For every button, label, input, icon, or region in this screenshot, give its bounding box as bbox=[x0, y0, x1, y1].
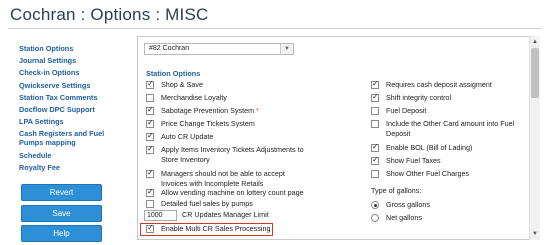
checkbox-merchandise-loyalty[interactable] bbox=[146, 94, 154, 102]
cr-updates-limit-input[interactable]: 1000 bbox=[144, 210, 177, 221]
title-divider bbox=[8, 28, 542, 29]
save-button[interactable]: Save bbox=[21, 205, 102, 222]
option-label-price-change-tickets: Price Change Tickets System bbox=[161, 119, 255, 128]
radio-net-gallons[interactable] bbox=[371, 214, 379, 222]
option-label-shift-integrity: Shift integrity control bbox=[386, 93, 452, 102]
checkbox-enable-bol[interactable] bbox=[371, 142, 379, 152]
checkbox-managers-incomplete-retails[interactable] bbox=[146, 168, 154, 178]
checkbox-price-change-tickets[interactable] bbox=[146, 118, 154, 128]
checkbox-apply-inventory-adjustments[interactable] bbox=[146, 144, 154, 154]
option-label-managers-incomplete-retails: Managers should not be able to accept bbox=[161, 169, 285, 178]
sidebar-item-journal-settings[interactable]: Journal Settings bbox=[19, 56, 131, 65]
checkbox-requires-cash-deposit[interactable] bbox=[371, 79, 379, 89]
cr-updates-limit-label: CR Updates Manager Limit bbox=[182, 210, 269, 219]
option-label-enable-multi-cr: Enable Multi CR Sales Processing bbox=[161, 224, 271, 233]
station-select[interactable]: #82 Cochran ▼ bbox=[144, 43, 294, 55]
option-label-requires-cash-deposit: Requires cash deposit assigment bbox=[386, 80, 492, 89]
sidebar-item-cash-registers-line1[interactable]: Cash Registers and Fuel bbox=[19, 129, 131, 138]
sidebar: Station Options Journal Settings Check-i… bbox=[19, 44, 131, 175]
checkbox-allow-vending-machine[interactable] bbox=[146, 187, 154, 197]
required-mark: * bbox=[256, 106, 259, 115]
option-label-apply-inventory-adjustments: Apply Items Inventory Tickets Adjustment… bbox=[161, 145, 304, 154]
option-label-show-other-fuel-charges: Show Other Fuel Charges bbox=[386, 169, 470, 178]
option-label-include-other-card-line2: Deposit bbox=[386, 129, 411, 138]
sidebar-item-royalty-fee[interactable]: Royalty Fee bbox=[19, 163, 131, 172]
option-label-auto-cr-update: Auto CR Update bbox=[161, 132, 214, 141]
radio-label-gross-gallons: Gross gallons bbox=[386, 200, 430, 209]
option-label-merchandise-loyalty: Merchandise Loyalty bbox=[161, 93, 227, 102]
revert-button[interactable]: Revert bbox=[21, 184, 102, 201]
checkbox-detailed-fuel-sales[interactable] bbox=[146, 200, 154, 208]
option-label-enable-bol: Enable BOL (Bill of Lading) bbox=[386, 143, 473, 152]
sidebar-item-lpa-settings[interactable]: LPA Settings bbox=[19, 117, 131, 126]
option-label-allow-vending-machine: Allow vending machine on lottery count p… bbox=[161, 188, 304, 197]
radio-gross-gallons[interactable] bbox=[371, 201, 379, 209]
sidebar-item-qwickserve-settings[interactable]: Qwickserve Settings bbox=[19, 81, 131, 90]
option-label-shop-save: Shop & Save bbox=[161, 80, 203, 89]
option-label-apply-inventory-adjustments-line2: Store Inventory bbox=[161, 155, 210, 164]
checkbox-show-other-fuel-charges[interactable] bbox=[371, 170, 379, 178]
checkbox-fuel-deposit[interactable] bbox=[371, 107, 379, 115]
checkbox-enable-multi-cr[interactable] bbox=[146, 223, 154, 233]
sidebar-item-check-in-options[interactable]: Check-in Options bbox=[19, 68, 131, 77]
sidebar-item-cash-registers-line2[interactable]: Pumps mapping bbox=[19, 138, 131, 147]
options-scrollbar[interactable]: ▲ ▼ bbox=[529, 36, 540, 240]
option-label-fuel-deposit: Fuel Deposit bbox=[386, 106, 427, 115]
radio-label-net-gallons: Net gallons bbox=[386, 213, 422, 222]
checkbox-shift-integrity[interactable] bbox=[371, 92, 379, 102]
checkbox-sabotage-prevention[interactable] bbox=[146, 105, 154, 115]
option-label-detailed-fuel-sales: Detailed fuel sales by pumps bbox=[161, 199, 253, 208]
sidebar-item-station-options[interactable]: Station Options bbox=[19, 44, 131, 53]
option-label-include-other-card: Include the Other Card amount into Fuel bbox=[386, 119, 515, 128]
station-select-value: #82 Cochran bbox=[149, 45, 190, 52]
scrollbar-thumb[interactable] bbox=[531, 48, 539, 98]
help-button[interactable]: Help bbox=[21, 225, 102, 242]
option-label-show-fuel-taxes: Show Fuel Taxes bbox=[386, 156, 441, 165]
checkbox-include-other-card[interactable] bbox=[371, 120, 379, 128]
sidebar-item-docflow-dpc-support[interactable]: Docflow DPC Support bbox=[19, 105, 131, 114]
checkbox-auto-cr-update[interactable] bbox=[146, 131, 154, 141]
option-label-sabotage-prevention: Sabotage Prevention System bbox=[161, 106, 255, 115]
option-sabotage-prevention: Sabotage Prevention System * bbox=[161, 106, 259, 116]
page-title: Cochran : Options : MISC bbox=[10, 5, 209, 24]
gallons-type-label: Type of gallons: bbox=[371, 186, 422, 195]
checkbox-shop-save[interactable] bbox=[146, 79, 154, 89]
sidebar-item-schedule[interactable]: Schedule bbox=[19, 151, 131, 160]
sidebar-item-station-tax-comments[interactable]: Station Tax Comments bbox=[19, 93, 131, 102]
checkbox-show-fuel-taxes[interactable] bbox=[371, 155, 379, 165]
scroll-up-arrow-icon[interactable]: ▲ bbox=[530, 37, 540, 47]
scroll-down-arrow-icon[interactable]: ▼ bbox=[530, 229, 540, 239]
chevron-down-icon[interactable]: ▼ bbox=[280, 44, 293, 54]
section-title-station-options: Station Options bbox=[146, 69, 201, 78]
